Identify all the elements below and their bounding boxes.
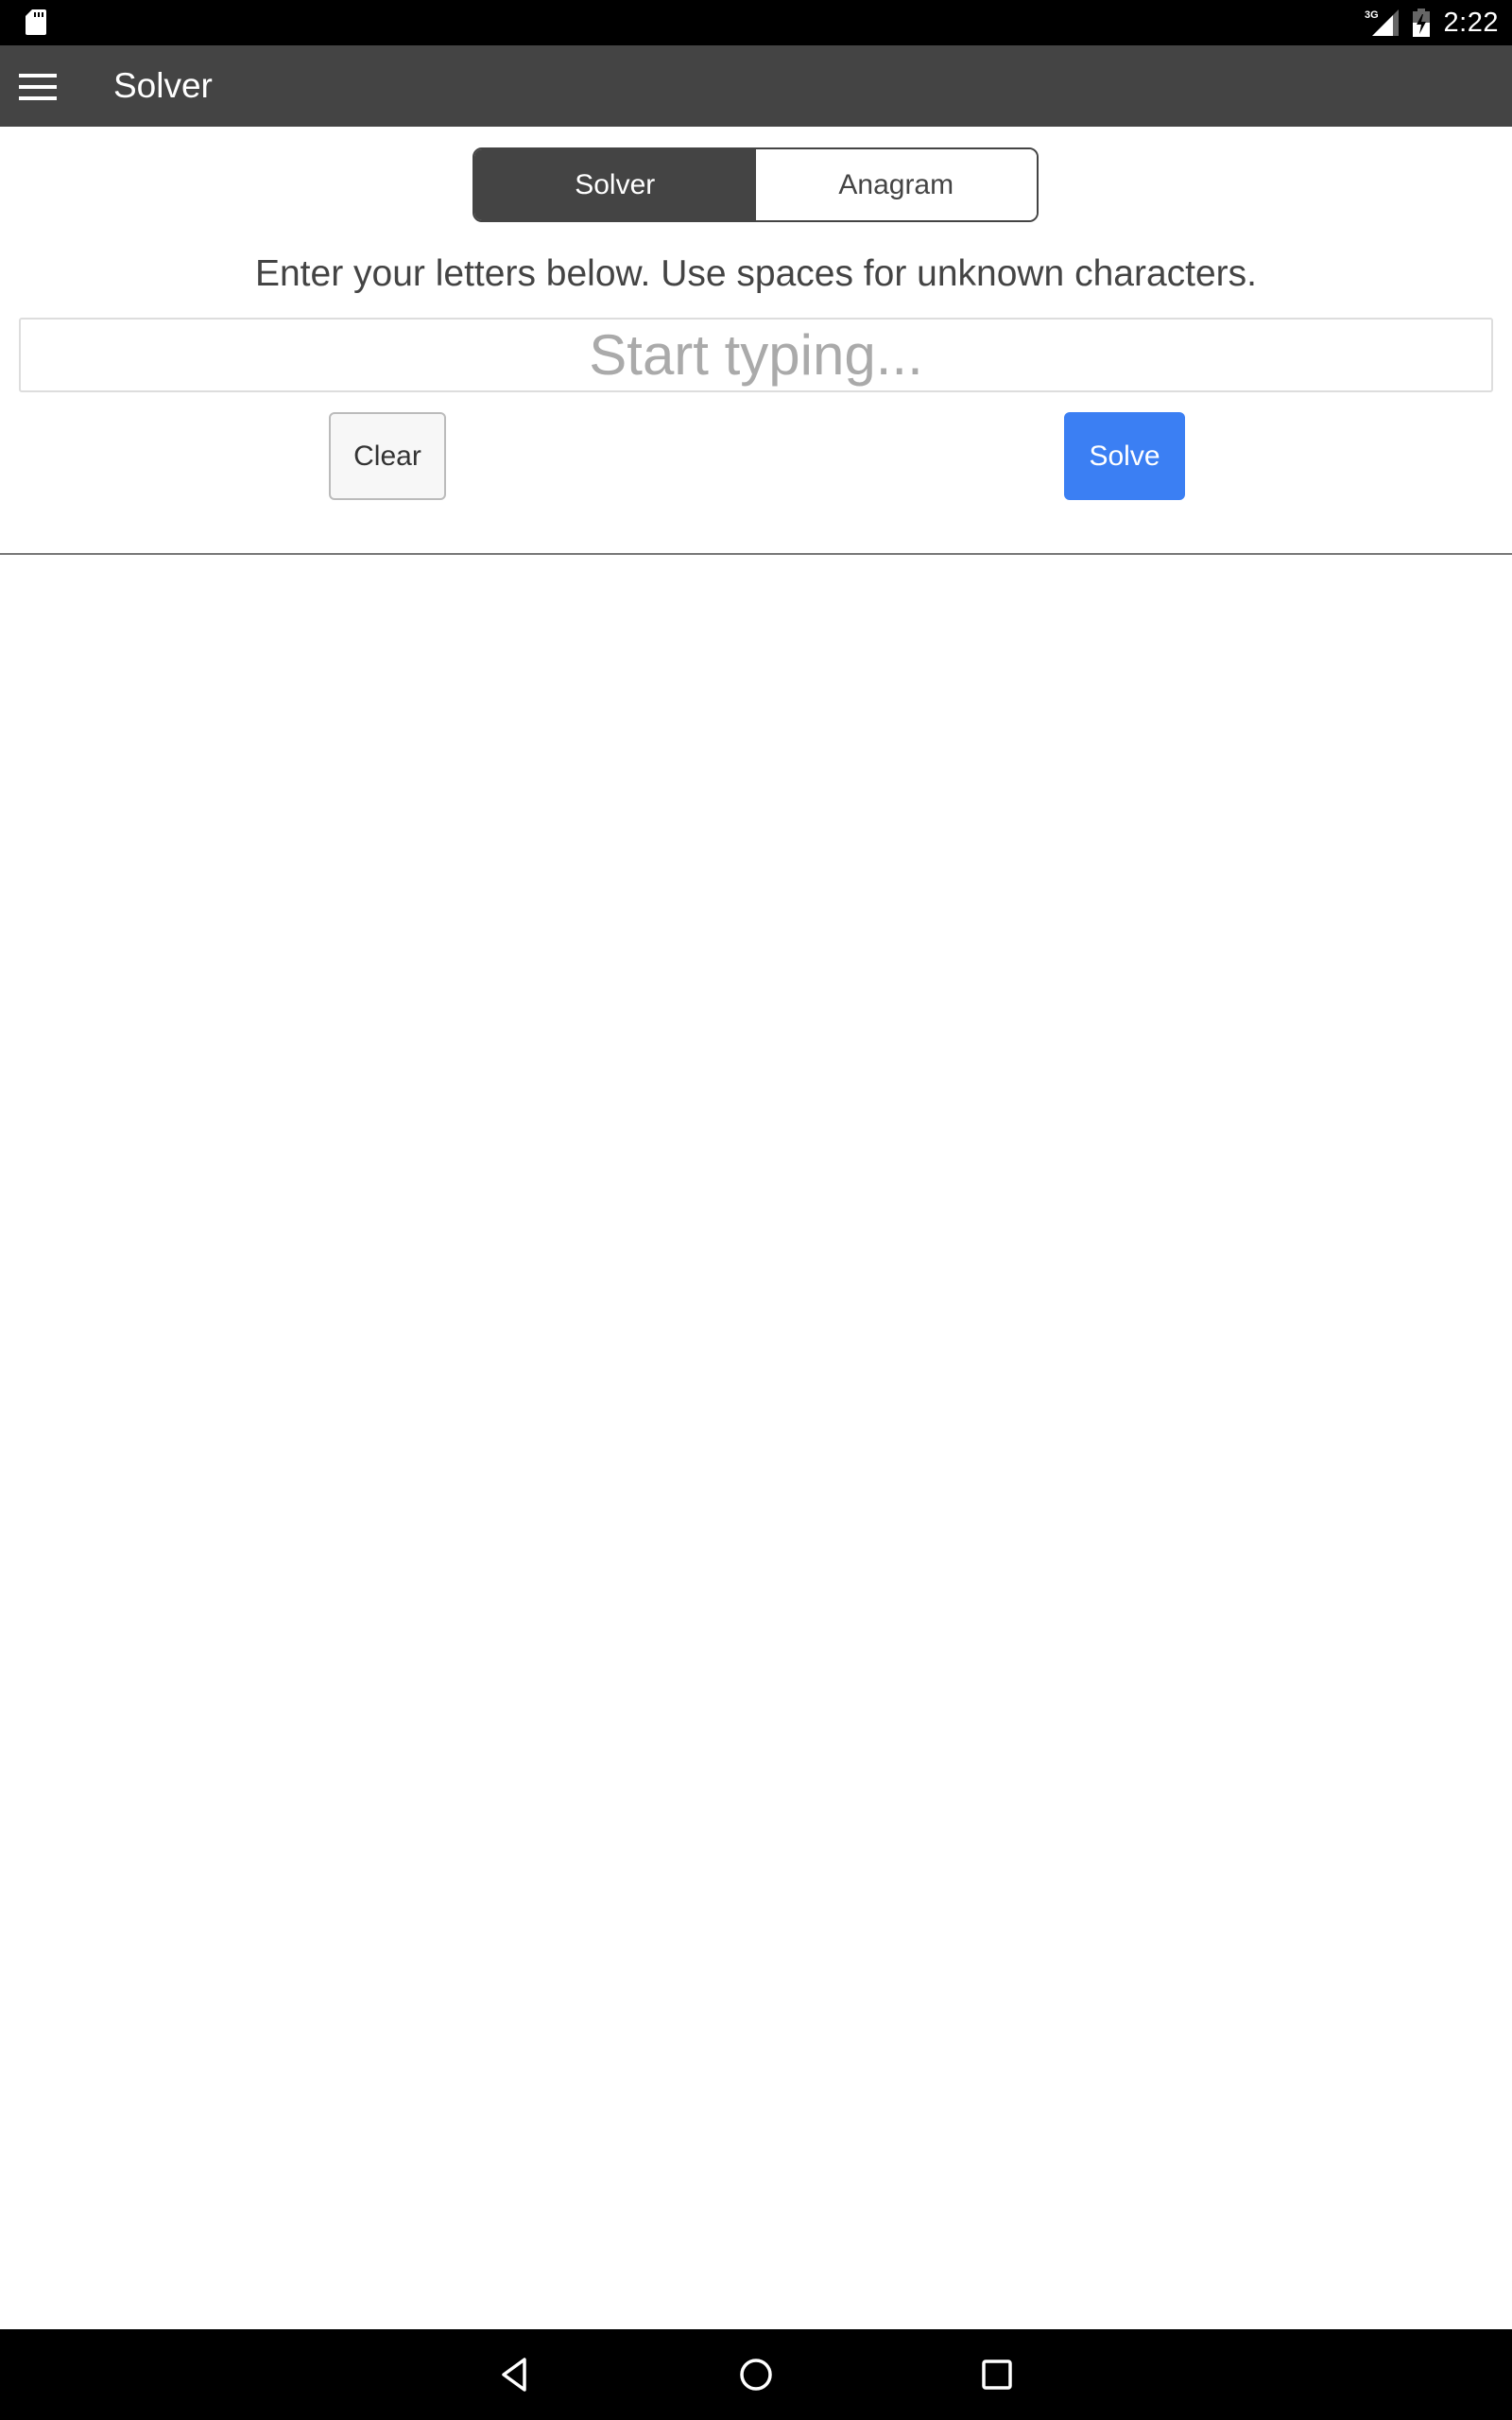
navigation-bar bbox=[0, 2329, 1512, 2420]
tab-anagram[interactable]: Anagram bbox=[755, 149, 1037, 220]
back-icon[interactable] bbox=[492, 2352, 538, 2397]
status-bar: 3G 2:22 bbox=[0, 0, 1512, 45]
instructions-text: Enter your letters below. Use spaces for… bbox=[254, 253, 1257, 294]
app-toolbar: Solver bbox=[0, 45, 1512, 127]
battery-charging-icon bbox=[1412, 9, 1430, 37]
letters-input[interactable] bbox=[19, 318, 1493, 392]
page-title: Solver bbox=[113, 66, 213, 105]
network-type: 3G bbox=[1365, 9, 1379, 21]
clear-button[interactable]: Clear bbox=[329, 412, 446, 500]
signal-icon: 3G bbox=[1365, 9, 1399, 36]
hamburger-menu-icon[interactable] bbox=[13, 64, 62, 110]
recents-icon[interactable] bbox=[974, 2352, 1020, 2397]
sd-card-icon bbox=[26, 9, 46, 35]
tab-solver[interactable]: Solver bbox=[474, 149, 756, 220]
solve-button[interactable]: Solve bbox=[1064, 412, 1185, 500]
status-icons: 3G 2:22 bbox=[1365, 0, 1499, 45]
results-area bbox=[0, 555, 1512, 2329]
home-icon[interactable] bbox=[733, 2352, 779, 2397]
clock: 2:22 bbox=[1443, 7, 1499, 38]
mode-tabs: Solver Anagram bbox=[472, 147, 1039, 222]
